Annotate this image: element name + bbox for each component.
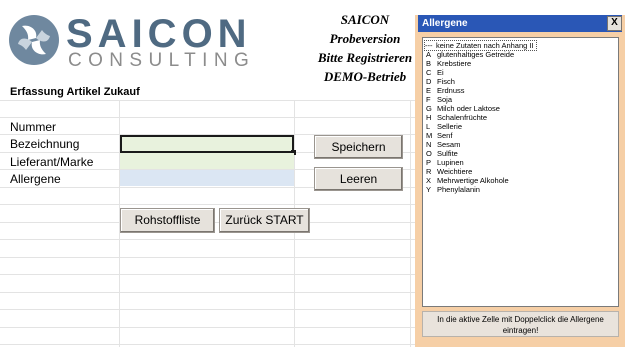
label-nummer: Nummer — [10, 120, 57, 134]
allergen-item[interactable]: G Milch oder Laktose — [426, 104, 500, 113]
allergen-item[interactable]: L Sellerie — [426, 122, 462, 131]
saicon-logo: SAICON CONSULTING — [8, 10, 258, 71]
allergen-label: Sellerie — [437, 122, 463, 131]
trial-notice: SAICON Probeversion Bitte Registrieren D… — [305, 10, 425, 86]
allergen-item[interactable]: H Schalenfrüchte — [426, 113, 487, 122]
grid-line — [410, 100, 411, 347]
lieferant-input[interactable] — [120, 153, 294, 169]
allergen-label: Mehrwertige Alkohole — [437, 176, 509, 185]
logo-wordmark: SAICON — [66, 12, 252, 56]
allergen-label: Lupinen — [437, 158, 464, 167]
allergen-item[interactable]: X Mehrwertige Alkohole — [426, 176, 509, 185]
allergen-label: Phenylalanin — [437, 185, 480, 194]
allergen-code: X — [426, 176, 432, 185]
allergen-item[interactable]: F Soja — [426, 95, 452, 104]
trial-notice-line: SAICON — [340, 12, 390, 27]
allergen-listbox[interactable]: --- keine Zutaten nach Anhang II Aglutenha… — [422, 37, 619, 307]
dialog-titlebar: Allergene X — [418, 15, 622, 32]
allergen-label: glutenhaltiges Getreide — [437, 50, 515, 59]
allergen-label: Fisch — [437, 77, 455, 86]
save-button[interactable]: Speichern — [314, 135, 403, 159]
allergen-label: Sulfite — [437, 149, 458, 158]
allergen-item[interactable]: O Sulfite — [426, 149, 458, 158]
allergen-item[interactable]: Aglutenhaltiges Getreide — [426, 50, 514, 59]
logo-mark-icon — [9, 15, 59, 65]
allergen-code: O — [426, 149, 432, 158]
label-lieferant: Lieferant/Marke — [10, 155, 94, 169]
logo-subtitle: CONSULTING — [68, 50, 256, 71]
allergen-code: N — [426, 140, 432, 149]
allergen-item[interactable]: Y Phenylalanin — [426, 185, 480, 194]
back-start-button[interactable]: Zurück START — [219, 208, 310, 233]
form-title: Erfassung Artikel Zukauf — [10, 86, 140, 98]
allergen-code: H — [426, 113, 432, 122]
allergen-label: Ei — [437, 68, 444, 77]
allergen-code: M — [426, 131, 433, 140]
allergen-code: Y — [426, 185, 432, 194]
allergen-label: Schalenfrüchte — [437, 113, 488, 122]
allergen-label: Sesam — [437, 140, 461, 149]
allergen-code: L — [426, 122, 431, 131]
allergen-code: B — [426, 59, 432, 68]
allergen-dialog: Allergene X --- keine Zutaten nach Anhang… — [415, 15, 625, 347]
allergen-label: Soja — [437, 95, 453, 104]
dialog-hint: In die aktive Zelle mit Doppelclick die … — [422, 311, 619, 337]
allergene-input[interactable] — [120, 170, 294, 186]
allergen-code: R — [426, 167, 432, 176]
allergen-item[interactable]: E Erdnuss — [426, 86, 465, 95]
allergen-item[interactable]: D Fisch — [426, 77, 455, 86]
allergen-item[interactable]: M Senf — [426, 131, 452, 140]
label-allergene: Allergene — [10, 172, 61, 186]
allergen-label: Senf — [437, 131, 453, 140]
allergen-code: E — [426, 86, 432, 95]
allergen-code: --- — [425, 41, 433, 50]
allergen-label: Erdnuss — [437, 86, 465, 95]
allergen-item[interactable]: P Lupinen — [426, 158, 464, 167]
allergen-code: A — [426, 50, 432, 59]
label-bezeichnung: Bezeichnung — [10, 137, 80, 151]
allergen-label: Milch oder Laktose — [437, 104, 500, 113]
rohstoffliste-button[interactable]: Rohstoffliste — [120, 208, 215, 233]
allergen-item[interactable]: C Ei — [426, 68, 444, 77]
close-icon[interactable]: X — [607, 16, 622, 31]
allergen-code: C — [426, 68, 432, 77]
bezeichnung-input[interactable] — [120, 135, 294, 153]
allergen-item[interactable]: R Weichtiere — [426, 167, 472, 176]
allergen-item[interactable]: N Sesam — [426, 140, 460, 149]
trial-notice-line: Probeversion — [329, 31, 401, 46]
allergen-code: F — [426, 95, 431, 104]
dialog-title: Allergene — [422, 18, 468, 29]
trial-notice-line: DEMO-Betrieb — [323, 69, 407, 84]
trial-notice-line: Bitte Registrieren — [317, 50, 413, 65]
clear-button[interactable]: Leeren — [314, 167, 403, 191]
allergen-item[interactable]: B Krebstiere — [426, 59, 471, 68]
allergen-code: D — [426, 77, 432, 86]
allergen-label: Weichtiere — [437, 167, 473, 176]
allergen-item[interactable]: --- keine Zutaten nach Anhang II — [424, 40, 537, 51]
allergen-label: keine Zutaten nach Anhang II — [436, 41, 534, 50]
allergen-code: P — [426, 158, 432, 167]
allergen-label: Krebstiere — [437, 59, 472, 68]
allergen-code: G — [426, 104, 432, 113]
